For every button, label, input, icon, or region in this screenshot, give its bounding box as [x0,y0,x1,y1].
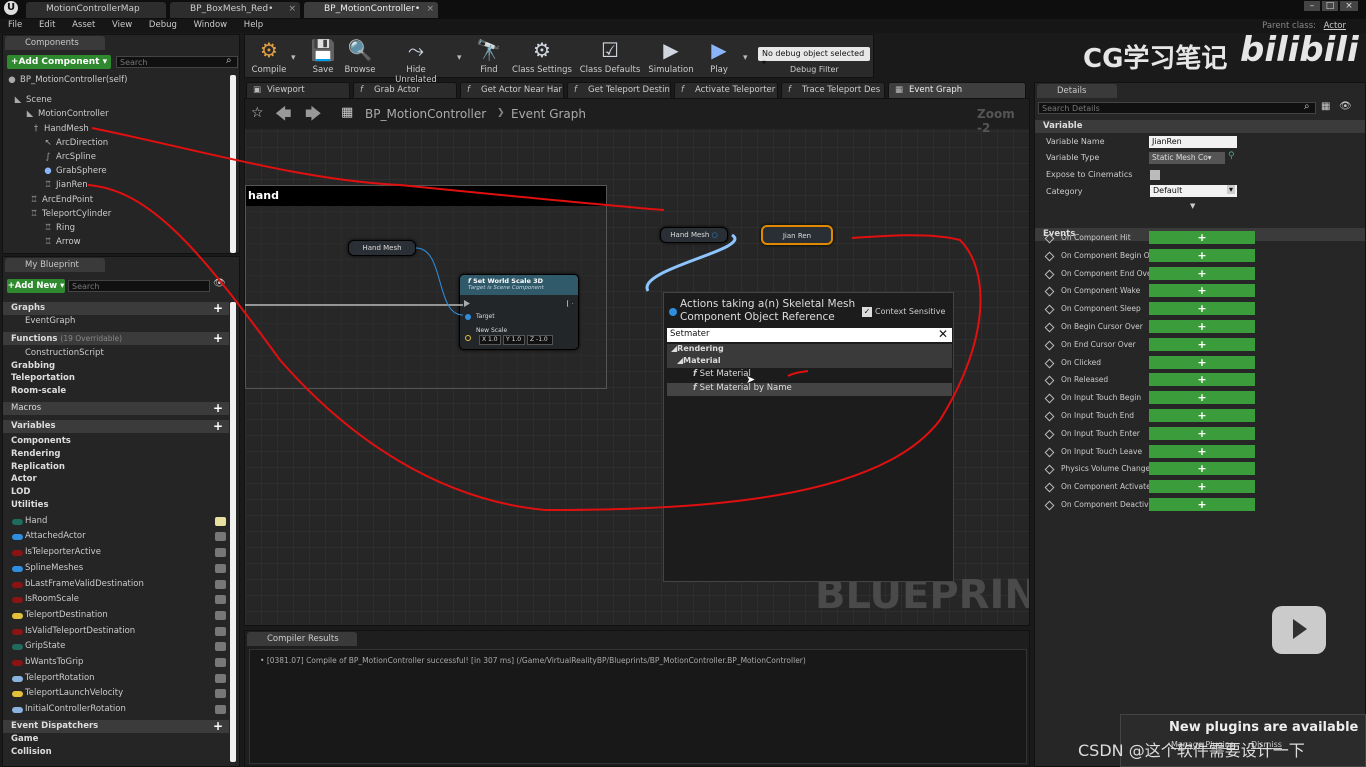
red-annotation-stroke [787,370,809,377]
csdn-watermark: CSDN @这个软件需要设计一下 [1078,741,1305,760]
notification-title: New plugins are available [1169,720,1359,735]
red-annotation-stroke [91,127,665,211]
bilibili-play-icon[interactable] [1272,606,1326,654]
red-annotation-layer [87,127,982,512]
red-annotation-stroke [87,184,982,512]
